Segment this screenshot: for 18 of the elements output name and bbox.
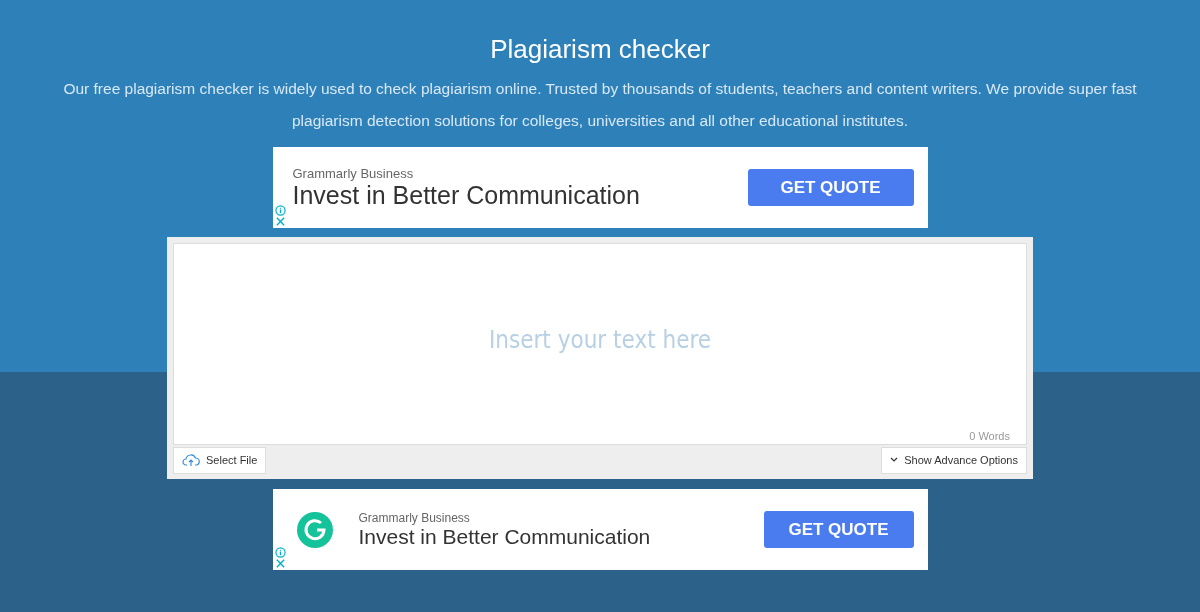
advance-options-button[interactable]: Show Advance Options xyxy=(881,446,1027,474)
ad-headline: Invest in Better Communication xyxy=(292,180,641,210)
ad-brand: Grammarly Business xyxy=(358,510,471,525)
logo-icon xyxy=(296,511,333,548)
get-quote-button[interactable]: GET QUOTE xyxy=(763,511,914,548)
page-title: Plagiarism checker xyxy=(490,34,710,65)
word-count: 0 Words xyxy=(969,430,1010,442)
info-icon[interactable] xyxy=(274,547,286,558)
get-quote-button[interactable]: GET QUOTE xyxy=(747,169,914,206)
close-icon[interactable] xyxy=(274,558,286,569)
close-icon[interactable] xyxy=(274,216,286,227)
cloud-upload-icon xyxy=(182,453,200,467)
select-file-button[interactable]: Select File xyxy=(173,446,267,474)
chevron-down-icon xyxy=(890,457,899,463)
page-description: Our free plagiarism checker is widely used to check plagiarism online. Trusted by thousands of students, teachers and content writers. We provide super fast plagiarism detection solutions for colleges, universities and all other educational institutes. xyxy=(62,79,1138,131)
ad-headline: Invest in Better Communication xyxy=(358,524,652,549)
info-icon[interactable] xyxy=(274,205,286,216)
ad-brand: Grammarly Business xyxy=(292,165,415,181)
